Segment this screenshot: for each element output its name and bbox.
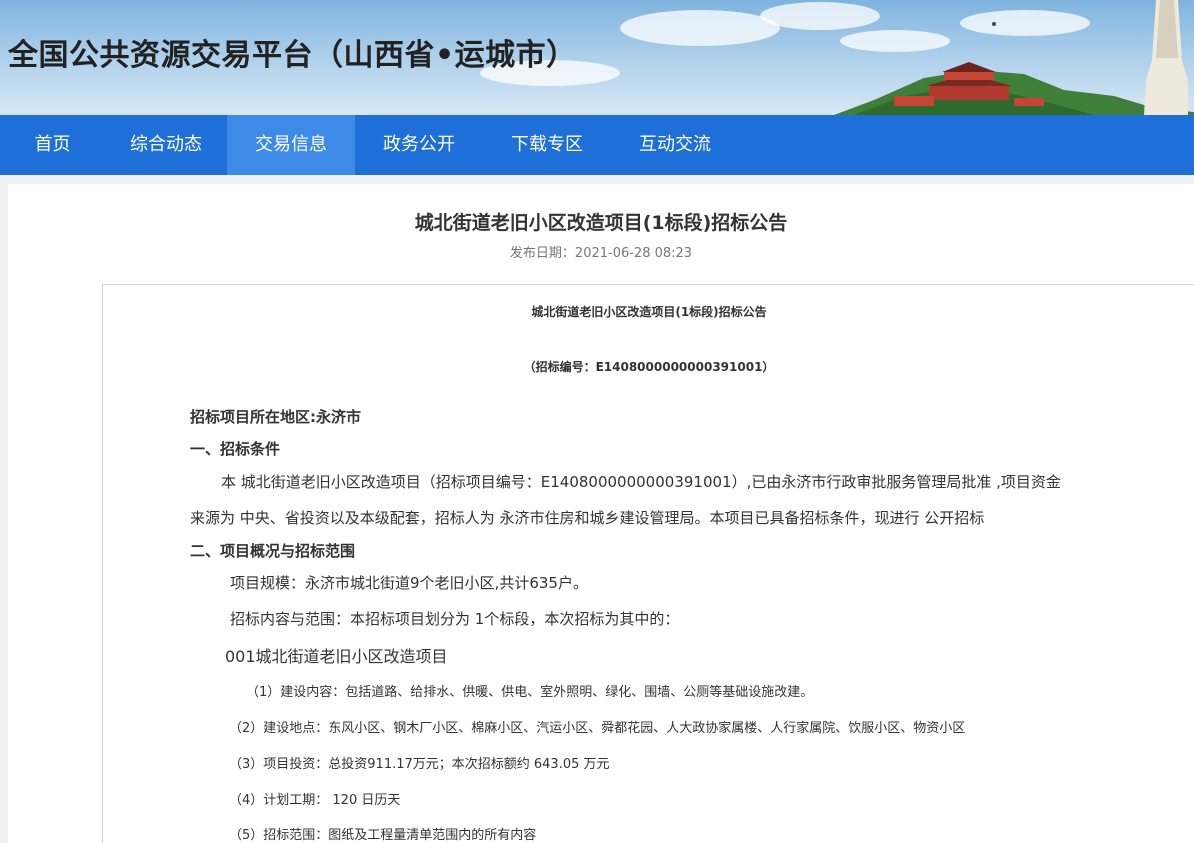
paragraph-line: 本 城北街道老旧小区改造项目（招标项目编号：E14080000000003910… xyxy=(221,473,1061,491)
publish-date: 发布日期：2021-06-28 08:23 xyxy=(509,246,693,261)
nav-item-news[interactable]: 综合动态 xyxy=(105,115,227,175)
main-nav: 首页 综合动态 交易信息 政务公开 下载专区 互动交流 xyxy=(0,115,1194,175)
nav-item-downloads[interactable]: 下载专区 xyxy=(483,115,611,175)
tender-scope: 招标内容与范围：本招标项目划分为 1个标段，本次招标为其中的： xyxy=(230,610,680,628)
list-item: （3）项目投资：总投资911.17万元；本次招标额约 643.05 万元 xyxy=(229,757,610,772)
section-heading: 一、招标条件 xyxy=(190,440,281,458)
nav-item-trading-info[interactable]: 交易信息 xyxy=(227,115,355,175)
site-banner: 全国公共资源交易平台（山西省•运城市） xyxy=(0,0,1194,115)
nav-item-interaction[interactable]: 互动交流 xyxy=(611,115,739,175)
list-item: （5）招标范围：图纸及工程量清单范围内的所有内容 xyxy=(229,828,537,843)
announcement-document: 城北街道老旧小区改造项目(1标段)招标公告 （招标编号：E14080000000… xyxy=(102,284,1194,843)
nav-item-government-affairs[interactable]: 政务公开 xyxy=(355,115,483,175)
document-title: 城北街道老旧小区改造项目(1标段)招标公告 xyxy=(531,305,767,319)
project-scale: 项目规模：永济市城北街道9个老旧小区,共计635户。 xyxy=(230,574,588,592)
project-region: 招标项目所在地区:永济市 xyxy=(190,408,361,426)
nav-item-home[interactable]: 首页 xyxy=(0,115,105,175)
paragraph-line: 来源为 中央、省投资以及本级配套，招标人为 永济市住房和城乡建设管理局。本项目已… xyxy=(190,509,985,527)
tender-code: （招标编号：E1408000000000391001） xyxy=(523,360,775,374)
content-panel: 城北街道老旧小区改造项目(1标段)招标公告 发布日期：2021-06-28 08… xyxy=(8,184,1194,843)
list-item: （4）计划工期： 120 日历天 xyxy=(229,793,401,808)
site-title: 全国公共资源交易平台（山西省•运城市） xyxy=(8,38,577,73)
lot-name: 001城北街道老旧小区改造项目 xyxy=(225,647,448,666)
list-item: （2）建设地点：东风小区、钢木厂小区、棉麻小区、汽运小区、舜都花园、人大政协家属… xyxy=(229,721,966,736)
article-title: 城北街道老旧小区改造项目(1标段)招标公告 xyxy=(414,212,788,234)
temple-landscape-image xyxy=(834,0,1194,115)
section-heading: 二、项目概况与招标范围 xyxy=(190,542,356,560)
cloud-decoration xyxy=(620,10,780,46)
list-item: （1）建设内容：包括道路、给排水、供暖、供电、室外照明、绿化、围墙、公厕等基础设… xyxy=(246,685,814,700)
